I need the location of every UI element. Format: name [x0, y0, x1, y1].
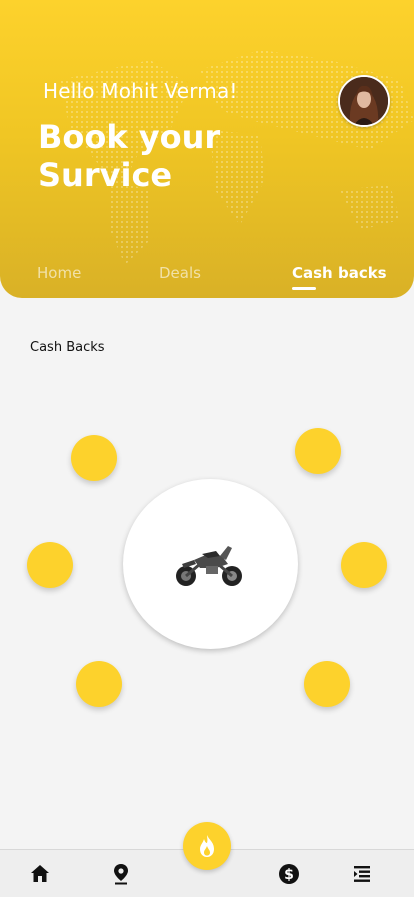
dollar-icon[interactable]: $: [277, 862, 301, 886]
tab-cash-backs[interactable]: Cash backs: [292, 264, 387, 282]
cashback-bubble-top-right[interactable]: [295, 428, 341, 474]
avatar-image: [340, 77, 388, 125]
cashback-bubble-bottom-left[interactable]: [76, 661, 122, 707]
location-pin-icon[interactable]: [109, 862, 133, 886]
menu-icon[interactable]: [350, 862, 374, 886]
tab-deals[interactable]: Deals: [159, 264, 201, 282]
home-icon[interactable]: [28, 862, 52, 886]
cashback-bubble-bottom-right[interactable]: [304, 661, 350, 707]
header: Hello Mohit Verma! Book your Survice Hom…: [0, 0, 414, 298]
flame-action-button[interactable]: [183, 822, 231, 870]
motorcycle-image: [176, 546, 242, 586]
page-title: Book your Survice: [38, 118, 221, 194]
tab-home[interactable]: Home: [37, 264, 81, 282]
svg-text:$: $: [284, 867, 294, 883]
flame-icon: [200, 835, 214, 857]
section-title: Cash Backs: [30, 340, 105, 355]
cashback-bubble-middle-right[interactable]: [341, 542, 387, 588]
active-tab-indicator: [292, 287, 316, 290]
avatar[interactable]: [338, 75, 390, 127]
greeting-text: Hello Mohit Verma!: [43, 79, 238, 103]
cashback-bubble-top-left[interactable]: [71, 435, 117, 481]
cashback-bubble-middle-left[interactable]: [27, 542, 73, 588]
